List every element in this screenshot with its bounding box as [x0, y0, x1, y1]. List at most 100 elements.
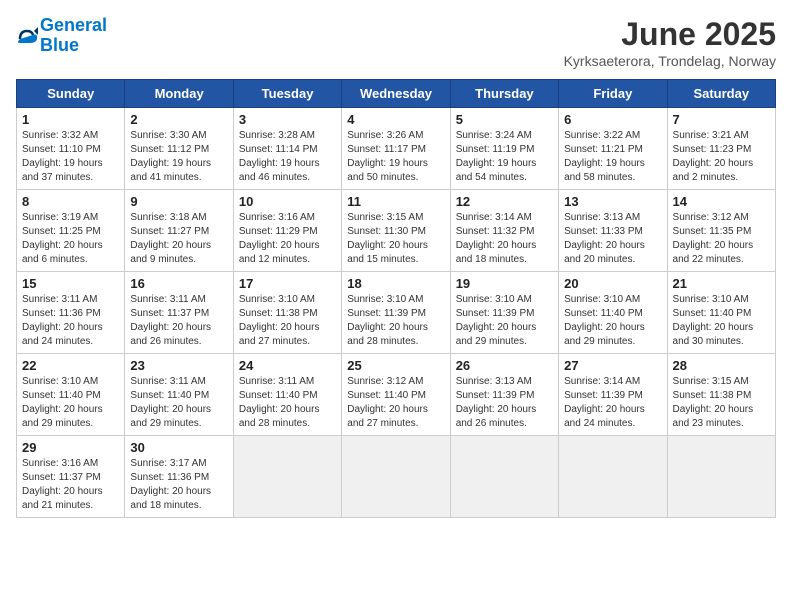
- day-number: 25: [347, 358, 444, 373]
- weekday-header: Thursday: [450, 80, 558, 108]
- calendar-cell: 3Sunrise: 3:28 AM Sunset: 11:14 PM Dayli…: [233, 108, 341, 190]
- calendar-cell: 15 Sunrise: 3:11 AM Sunset: 11:36 PM Dayl…: [17, 272, 125, 354]
- day-info: Sunrise: 3:10 AM Sunset: 11:40 PM Daylig…: [564, 293, 661, 349]
- page-subtitle: Kyrksaeterora, Trondelag, Norway: [564, 53, 776, 69]
- title-block: June 2025 Kyrksaeterora, Trondelag, Norw…: [564, 16, 776, 69]
- page-header: GeneralBlue June 2025 Kyrksaeterora, Tro…: [16, 16, 776, 69]
- day-info: Sunrise: 3:14 AM Sunset: 11:32 PM Daylig…: [456, 211, 553, 267]
- page-title: June 2025: [564, 16, 776, 53]
- calendar-cell: 27 Sunrise: 3:14 AM Sunset: 11:39 PM Dayl…: [559, 354, 667, 436]
- day-number: 23: [130, 358, 227, 373]
- calendar-cell: 13Sunrise: 3:13 AM Sunset: 11:33 PM Dayl…: [559, 190, 667, 272]
- day-number: 1: [22, 112, 119, 127]
- day-number: 16: [130, 276, 227, 291]
- calendar-cell: [233, 436, 341, 518]
- day-number: 5: [456, 112, 553, 127]
- calendar-cell: 7Sunrise: 3:21 AM Sunset: 11:23 PM Dayli…: [667, 108, 775, 190]
- calendar-cell: 21Sunrise: 3:10 AM Sunset: 11:40 PM Dayl…: [667, 272, 775, 354]
- day-number: 30: [130, 440, 227, 455]
- calendar-cell: 4Sunrise: 3:26 AM Sunset: 11:17 PM Dayli…: [342, 108, 450, 190]
- calendar-cell: 9 Sunrise: 3:18 AM Sunset: 11:27 PM Dayli…: [125, 190, 233, 272]
- calendar-header-row: SundayMondayTuesdayWednesdayThursdayFrid…: [17, 80, 776, 108]
- calendar-cell: 12 Sunrise: 3:14 AM Sunset: 11:32 PM Dayl…: [450, 190, 558, 272]
- calendar-cell: 17 Sunrise: 3:10 AM Sunset: 11:38 PM Dayl…: [233, 272, 341, 354]
- day-info: Sunrise: 3:15 AM Sunset: 11:30 PM Daylig…: [347, 211, 444, 267]
- day-number: 18: [347, 276, 444, 291]
- calendar-cell: 8 Sunrise: 3:19 AM Sunset: 11:25 PM Dayli…: [17, 190, 125, 272]
- day-info: Sunrise: 3:10 AM Sunset: 11:39 PM Daylig…: [347, 293, 444, 349]
- weekday-header: Friday: [559, 80, 667, 108]
- calendar-cell: [559, 436, 667, 518]
- day-info: Sunrise: 3:30 AM Sunset: 11:12 PM Daylig…: [130, 129, 227, 185]
- day-info: Sunrise: 3:11 AM Sunset: 11:36 PM Daylig…: [22, 293, 119, 349]
- calendar-cell: 20 Sunrise: 3:10 AM Sunset: 11:40 PM Dayl…: [559, 272, 667, 354]
- weekday-header: Wednesday: [342, 80, 450, 108]
- calendar-cell: 29 Sunrise: 3:16 AM Sunset: 11:37 PM Dayl…: [17, 436, 125, 518]
- day-number: 22: [22, 358, 119, 373]
- day-info: Sunrise: 3:16 AM Sunset: 11:29 PM Daylig…: [239, 211, 336, 267]
- day-number: 14: [673, 194, 770, 209]
- calendar-week-row: 29 Sunrise: 3:16 AM Sunset: 11:37 PM Dayl…: [17, 436, 776, 518]
- day-number: 7: [673, 112, 770, 127]
- calendar-cell: [342, 436, 450, 518]
- day-number: 11: [347, 194, 444, 209]
- calendar-cell: 19 Sunrise: 3:10 AM Sunset: 11:39 PM Dayl…: [450, 272, 558, 354]
- day-info: Sunrise: 3:10 AM Sunset: 11:39 PM Daylig…: [456, 293, 553, 349]
- calendar-cell: 30 Sunrise: 3:17 AM Sunset: 11:36 PM Dayl…: [125, 436, 233, 518]
- day-number: 15: [22, 276, 119, 291]
- day-number: 2: [130, 112, 227, 127]
- day-number: 6: [564, 112, 661, 127]
- calendar-cell: [450, 436, 558, 518]
- calendar-cell: 24 Sunrise: 3:11 AM Sunset: 11:40 PM Dayl…: [233, 354, 341, 436]
- calendar-cell: 26 Sunrise: 3:13 AM Sunset: 11:39 PM Dayl…: [450, 354, 558, 436]
- day-info: Sunrise: 3:13 AM Sunset: 11:39 PM Daylig…: [456, 375, 553, 431]
- calendar-cell: 5 Sunrise: 3:24 AM Sunset: 11:19 PM Dayli…: [450, 108, 558, 190]
- day-number: 12: [456, 194, 553, 209]
- day-number: 10: [239, 194, 336, 209]
- logo-icon: [16, 25, 38, 47]
- day-number: 8: [22, 194, 119, 209]
- calendar-week-row: 15 Sunrise: 3:11 AM Sunset: 11:36 PM Dayl…: [17, 272, 776, 354]
- day-info: Sunrise: 3:17 AM Sunset: 11:36 PM Daylig…: [130, 457, 227, 513]
- calendar-cell: 10 Sunrise: 3:16 AM Sunset: 11:29 PM Dayl…: [233, 190, 341, 272]
- day-info: Sunrise: 3:12 AM Sunset: 11:40 PM Daylig…: [347, 375, 444, 431]
- weekday-header: Saturday: [667, 80, 775, 108]
- day-info: Sunrise: 3:11 AM Sunset: 11:40 PM Daylig…: [130, 375, 227, 431]
- day-info: Sunrise: 3:12 AM Sunset: 11:35 PM Daylig…: [673, 211, 770, 267]
- day-info: Sunrise: 3:16 AM Sunset: 11:37 PM Daylig…: [22, 457, 119, 513]
- weekday-header: Tuesday: [233, 80, 341, 108]
- calendar-cell: 25 Sunrise: 3:12 AM Sunset: 11:40 PM Dayl…: [342, 354, 450, 436]
- calendar-week-row: 22Sunrise: 3:10 AM Sunset: 11:40 PM Dayl…: [17, 354, 776, 436]
- day-info: Sunrise: 3:19 AM Sunset: 11:25 PM Daylig…: [22, 211, 119, 267]
- day-number: 3: [239, 112, 336, 127]
- day-number: 24: [239, 358, 336, 373]
- calendar-week-row: 8 Sunrise: 3:19 AM Sunset: 11:25 PM Dayli…: [17, 190, 776, 272]
- calendar-cell: 23 Sunrise: 3:11 AM Sunset: 11:40 PM Dayl…: [125, 354, 233, 436]
- calendar-cell: 1 Sunrise: 3:32 AM Sunset: 11:10 PM Dayli…: [17, 108, 125, 190]
- day-info: Sunrise: 3:26 AM Sunset: 11:17 PM Daylig…: [347, 129, 444, 185]
- day-info: Sunrise: 3:24 AM Sunset: 11:19 PM Daylig…: [456, 129, 553, 185]
- weekday-header: Sunday: [17, 80, 125, 108]
- calendar-cell: [667, 436, 775, 518]
- day-info: Sunrise: 3:11 AM Sunset: 11:40 PM Daylig…: [239, 375, 336, 431]
- day-info: Sunrise: 3:14 AM Sunset: 11:39 PM Daylig…: [564, 375, 661, 431]
- day-number: 17: [239, 276, 336, 291]
- day-info: Sunrise: 3:13 AM Sunset: 11:33 PM Daylig…: [564, 211, 661, 267]
- weekday-header: Monday: [125, 80, 233, 108]
- day-number: 20: [564, 276, 661, 291]
- calendar-cell: 22Sunrise: 3:10 AM Sunset: 11:40 PM Dayl…: [17, 354, 125, 436]
- day-info: Sunrise: 3:18 AM Sunset: 11:27 PM Daylig…: [130, 211, 227, 267]
- calendar-week-row: 1 Sunrise: 3:32 AM Sunset: 11:10 PM Dayli…: [17, 108, 776, 190]
- day-number: 29: [22, 440, 119, 455]
- calendar-cell: 14 Sunrise: 3:12 AM Sunset: 11:35 PM Dayl…: [667, 190, 775, 272]
- calendar-cell: 28Sunrise: 3:15 AM Sunset: 11:38 PM Dayl…: [667, 354, 775, 436]
- day-number: 19: [456, 276, 553, 291]
- day-number: 26: [456, 358, 553, 373]
- day-number: 27: [564, 358, 661, 373]
- day-info: Sunrise: 3:32 AM Sunset: 11:10 PM Daylig…: [22, 129, 119, 185]
- day-info: Sunrise: 3:15 AM Sunset: 11:38 PM Daylig…: [673, 375, 770, 431]
- day-number: 9: [130, 194, 227, 209]
- calendar-cell: 18 Sunrise: 3:10 AM Sunset: 11:39 PM Dayl…: [342, 272, 450, 354]
- day-info: Sunrise: 3:10 AM Sunset: 11:38 PM Daylig…: [239, 293, 336, 349]
- calendar-cell: 6Sunrise: 3:22 AM Sunset: 11:21 PM Dayli…: [559, 108, 667, 190]
